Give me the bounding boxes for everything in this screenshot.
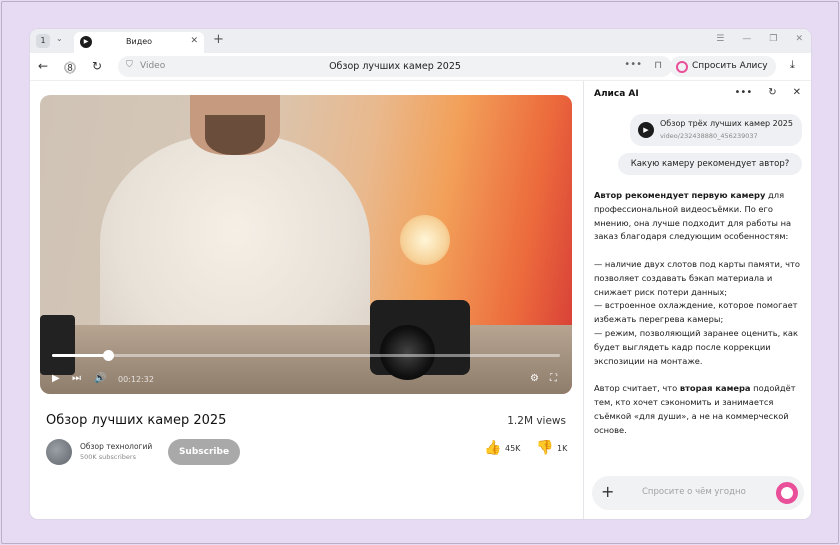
answer-paragraph-1: Автор рекомендует первую камеру для проф… [594, 189, 806, 244]
composer-placeholder[interactable]: Спросите о чём угодно [642, 487, 746, 497]
chip-url: video/232438880_456239037 [660, 132, 758, 140]
chat-composer[interactable]: + Спросите о чём угодно [592, 476, 804, 510]
tab-video[interactable]: ▶ Видео ✕ [74, 32, 204, 53]
menu-icon[interactable]: ☰ [716, 34, 724, 44]
answer-p3-start: Автор считает, что [594, 383, 680, 394]
close-window-icon[interactable]: ✕ [795, 34, 803, 44]
panel-title: Алиса AI [594, 89, 639, 99]
avatar[interactable] [46, 439, 72, 465]
browser-window: 1 ⌄ ▶ Видео ✕ + ☰ — ❐ ✕ ← ⓼ ↻ ⛉ Video Об… [30, 29, 811, 519]
back-icon[interactable]: ← [38, 59, 48, 73]
video-frame-beard [205, 115, 265, 155]
answer-list: — наличие двух слотов под карты памяти, … [594, 258, 806, 368]
ask-alice-button[interactable]: Спросить Алису AI [670, 56, 776, 92]
alice-icon [676, 61, 688, 73]
download-icon[interactable]: ⤓ [790, 58, 795, 72]
video-frame-lamp [400, 215, 450, 265]
answer-list-item: — наличие двух слотов под карты памяти, … [594, 258, 800, 297]
tab-count-badge[interactable]: 1 [36, 34, 50, 48]
plus-icon[interactable]: + [601, 482, 614, 501]
video-player[interactable]: ▶ ⏭ 🔊 00:12:32 ⚙ ⛶ [40, 95, 572, 394]
fullscreen-icon[interactable]: ⛶ [550, 373, 557, 384]
answer-list-item: — встроенное охлаждение, которое помогае… [594, 300, 798, 325]
toolbar: ← ⓼ ↻ ⛉ Video Обзор лучших камер 2025 ••… [30, 53, 811, 92]
time-label: 00:12:32 [118, 375, 154, 384]
settings-icon[interactable]: ⚙ [530, 373, 539, 384]
video-title: Обзор лучших камер 2025 [46, 413, 227, 428]
channel-name[interactable]: Обзор технологий [80, 442, 152, 451]
more-icon[interactable]: ••• [735, 87, 753, 98]
alice-send-icon[interactable] [776, 482, 798, 504]
user-message: Какую камеру рекомендует автор? [618, 153, 802, 175]
answer-p3-bold: вторая камера [679, 383, 751, 394]
panel-controls: ••• ↻ ✕ [735, 87, 801, 98]
address-bar[interactable]: ⛉ Video Обзор лучших камер 2025 ••• ⊓ [118, 56, 672, 77]
tab-title: Видео [126, 37, 153, 46]
window-controls: ☰ — ❐ ✕ [716, 34, 803, 44]
video-reference-chip[interactable]: ▶ Обзор трёх лучших камер 2025 video/232… [630, 114, 802, 146]
thumbs-up-icon[interactable]: 👍 [484, 440, 501, 456]
chip-title: Обзор трёх лучших камер 2025 [660, 119, 793, 128]
tab-strip: 1 ⌄ ▶ Видео ✕ + ☰ — ❐ ✕ [30, 29, 811, 53]
shield-badge-icon[interactable]: ⓼ [64, 59, 76, 76]
progress-thumb[interactable] [102, 350, 114, 361]
answer-p1-bold: Автор рекомендует первую камеру [594, 190, 766, 200]
thumbs-down-icon[interactable]: 👎 [536, 440, 553, 456]
subscribe-button[interactable]: Subscribe [168, 439, 240, 465]
play-icon: ▶ [80, 36, 92, 48]
next-icon[interactable]: ⏭ [72, 373, 81, 384]
video-frame-camera-left [40, 315, 75, 375]
refresh-icon[interactable]: ↻ [768, 87, 776, 98]
play-icon[interactable]: ▶ [52, 373, 60, 384]
bookmark-icon[interactable]: ⊓ [654, 60, 662, 71]
like-count: 45K [505, 444, 521, 453]
channel-subscribers: 500K subscribers [80, 453, 136, 461]
main-content: ▶ ⏭ 🔊 00:12:32 ⚙ ⛶ Обзор лучших камер 20… [30, 81, 582, 519]
answer-list-item: — режим, позволяющий заранее оценить, ка… [594, 327, 798, 366]
more-icon[interactable]: ••• [624, 59, 642, 70]
new-tab-icon[interactable]: + [213, 32, 224, 47]
progress-fill [52, 354, 108, 357]
address-title: Обзор лучших камер 2025 [329, 61, 461, 72]
assistant-answer: Автор рекомендует первую камеру для проф… [594, 189, 806, 451]
dislike-count: 1K [557, 444, 568, 453]
alice-panel: Алиса AI ••• ↻ ✕ ▶ Обзор трёх лучших кам… [583, 81, 811, 519]
progress-bar[interactable] [52, 350, 560, 361]
restore-icon[interactable]: ❐ [769, 34, 777, 44]
minimize-icon[interactable]: — [742, 34, 751, 44]
chevron-down-icon[interactable]: ⌄ [56, 34, 63, 43]
reload-icon[interactable]: ↻ [92, 59, 102, 73]
play-icon: ▶ [638, 122, 654, 138]
close-icon[interactable]: ✕ [793, 87, 801, 98]
volume-icon[interactable]: 🔊 [94, 373, 106, 384]
close-icon[interactable]: ✕ [190, 36, 198, 46]
view-count: 1.2M views [507, 415, 566, 427]
video-frame-lens [380, 325, 435, 380]
answer-paragraph-3: Автор считает, что вторая камера подойдё… [594, 382, 806, 437]
